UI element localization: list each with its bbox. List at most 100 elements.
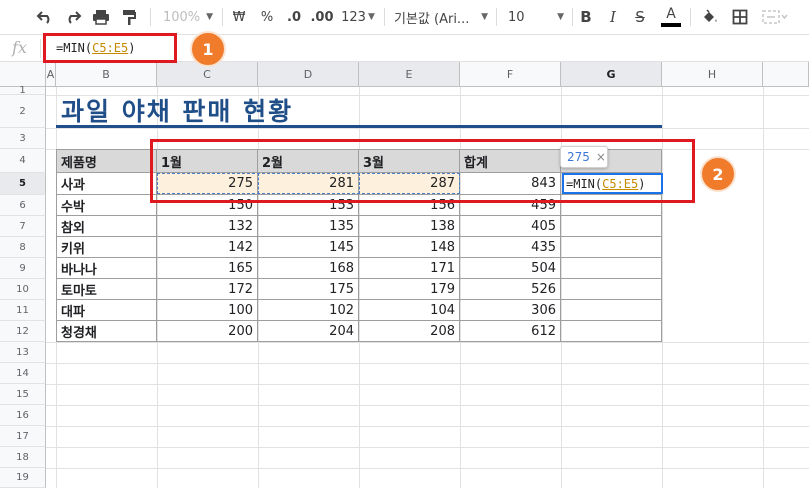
- table-cell-value[interactable]: 200: [157, 321, 258, 342]
- decrease-decimal-button[interactable]: .0: [284, 6, 304, 28]
- table-cell-value[interactable]: 168: [258, 258, 359, 279]
- row-header-12[interactable]: 12: [0, 321, 46, 342]
- table-cell-total[interactable]: 526: [460, 279, 561, 300]
- increase-decimal-button[interactable]: .00: [310, 6, 334, 28]
- row-header-2[interactable]: 2: [0, 95, 46, 128]
- row-header-19[interactable]: 19: [0, 468, 46, 488]
- table-cell-result[interactable]: [561, 237, 662, 258]
- row-header-7[interactable]: 7: [0, 216, 46, 237]
- active-cell-editor[interactable]: =MIN(C5:E5): [562, 173, 663, 194]
- row-header-13[interactable]: 13: [0, 342, 46, 363]
- column-header-h[interactable]: H: [662, 62, 763, 87]
- header-cell-mar[interactable]: 3월: [359, 149, 460, 173]
- table-cell-total[interactable]: 435: [460, 237, 561, 258]
- table-cell-value[interactable]: 171: [359, 258, 460, 279]
- table-cell-result[interactable]: [561, 258, 662, 279]
- header-cell-product[interactable]: 제품명: [56, 149, 157, 173]
- strikethrough-button[interactable]: S: [632, 6, 648, 28]
- table-cell-value[interactable]: 153: [258, 195, 359, 216]
- table-cell-value[interactable]: 156: [359, 195, 460, 216]
- row-header-16[interactable]: 16: [0, 405, 46, 426]
- number-format-select[interactable]: 123 ▼: [340, 6, 376, 28]
- column-header-i[interactable]: [763, 62, 809, 87]
- table-cell-value[interactable]: 104: [359, 300, 460, 321]
- table-cell-value[interactable]: 179: [359, 279, 460, 300]
- table-row-name[interactable]: 참외: [56, 216, 157, 237]
- column-header-e[interactable]: E: [359, 62, 460, 87]
- redo-icon[interactable]: [62, 6, 84, 28]
- print-icon[interactable]: [90, 6, 112, 28]
- table-row-name[interactable]: 청경채: [56, 321, 157, 342]
- undo-icon[interactable]: [34, 6, 56, 28]
- zoom-select[interactable]: 100% ▼: [160, 6, 216, 28]
- header-cell-total[interactable]: 합계: [460, 149, 561, 173]
- row-header-3[interactable]: 3: [0, 128, 46, 149]
- table-row-name[interactable]: 대파: [56, 300, 157, 321]
- row-header-6[interactable]: 6: [0, 195, 46, 216]
- column-header-f[interactable]: F: [460, 62, 561, 87]
- font-size-select[interactable]: 10 ▼: [508, 6, 564, 28]
- table-cell-value[interactable]: 275: [157, 173, 258, 195]
- column-header-b[interactable]: B: [56, 62, 157, 87]
- table-cell-value[interactable]: 132: [157, 216, 258, 237]
- bold-button[interactable]: B: [578, 6, 594, 28]
- table-cell-total[interactable]: 306: [460, 300, 561, 321]
- table-cell-result[interactable]: [561, 195, 662, 216]
- borders-icon[interactable]: [730, 6, 750, 28]
- header-cell-feb[interactable]: 2월: [258, 149, 359, 173]
- table-cell-value[interactable]: 150: [157, 195, 258, 216]
- table-cell-value[interactable]: 204: [258, 321, 359, 342]
- table-row-name[interactable]: 수박: [56, 195, 157, 216]
- table-cell-total[interactable]: 459: [460, 195, 561, 216]
- row-header-18[interactable]: 18: [0, 447, 46, 468]
- merge-cells-icon[interactable]: [758, 6, 792, 28]
- table-cell-value[interactable]: 148: [359, 237, 460, 258]
- row-header-17[interactable]: 17: [0, 426, 46, 447]
- table-cell-value[interactable]: 145: [258, 237, 359, 258]
- table-cell-value[interactable]: 208: [359, 321, 460, 342]
- table-cell-value[interactable]: 165: [157, 258, 258, 279]
- table-cell-total[interactable]: 405: [460, 216, 561, 237]
- row-header-9[interactable]: 9: [0, 258, 46, 279]
- table-cell-total[interactable]: 612: [460, 321, 561, 342]
- column-header-a[interactable]: A: [46, 62, 56, 87]
- table-cell-value[interactable]: 138: [359, 216, 460, 237]
- table-cell-result[interactable]: [561, 279, 662, 300]
- table-cell-value[interactable]: 102: [258, 300, 359, 321]
- column-header-g[interactable]: G: [561, 62, 662, 87]
- table-cell-value[interactable]: 287: [359, 173, 460, 195]
- close-icon[interactable]: ×: [596, 150, 606, 164]
- table-cell-total[interactable]: 843: [460, 173, 561, 195]
- header-cell-jan[interactable]: 1월: [157, 149, 258, 173]
- table-cell-value[interactable]: 175: [258, 279, 359, 300]
- table-row-name[interactable]: 바나나: [56, 258, 157, 279]
- font-family-select[interactable]: 기본값 (Ari... ▼: [394, 6, 488, 28]
- table-cell-result[interactable]: [561, 216, 662, 237]
- table-row-name[interactable]: 사과: [56, 173, 157, 195]
- formula-input[interactable]: =MIN(C5:E5): [56, 41, 135, 55]
- row-header-11[interactable]: 11: [0, 300, 46, 321]
- row-header-8[interactable]: 8: [0, 237, 46, 258]
- row-header-4[interactable]: 4: [0, 149, 46, 173]
- percent-format-button[interactable]: %: [258, 6, 276, 28]
- table-cell-value[interactable]: 135: [258, 216, 359, 237]
- row-header-10[interactable]: 10: [0, 279, 46, 300]
- row-header-15[interactable]: 15: [0, 384, 46, 405]
- table-cell-value[interactable]: 100: [157, 300, 258, 321]
- row-header-14[interactable]: 14: [0, 363, 46, 384]
- row-header-5[interactable]: 5: [0, 173, 46, 195]
- table-cell-value[interactable]: 172: [157, 279, 258, 300]
- table-row-name[interactable]: 키위: [56, 237, 157, 258]
- italic-button[interactable]: I: [605, 6, 621, 28]
- text-color-button[interactable]: A: [660, 6, 682, 28]
- fill-color-icon[interactable]: [700, 6, 720, 28]
- table-cell-total[interactable]: 504: [460, 258, 561, 279]
- column-header-d[interactable]: D: [258, 62, 359, 87]
- table-row-name[interactable]: 토마토: [56, 279, 157, 300]
- paint-format-icon[interactable]: [118, 6, 140, 28]
- table-cell-result[interactable]: [561, 300, 662, 321]
- table-cell-value[interactable]: 142: [157, 237, 258, 258]
- currency-format-button[interactable]: ₩: [230, 6, 248, 28]
- table-cell-value[interactable]: 281: [258, 173, 359, 195]
- select-all-corner[interactable]: [0, 62, 46, 87]
